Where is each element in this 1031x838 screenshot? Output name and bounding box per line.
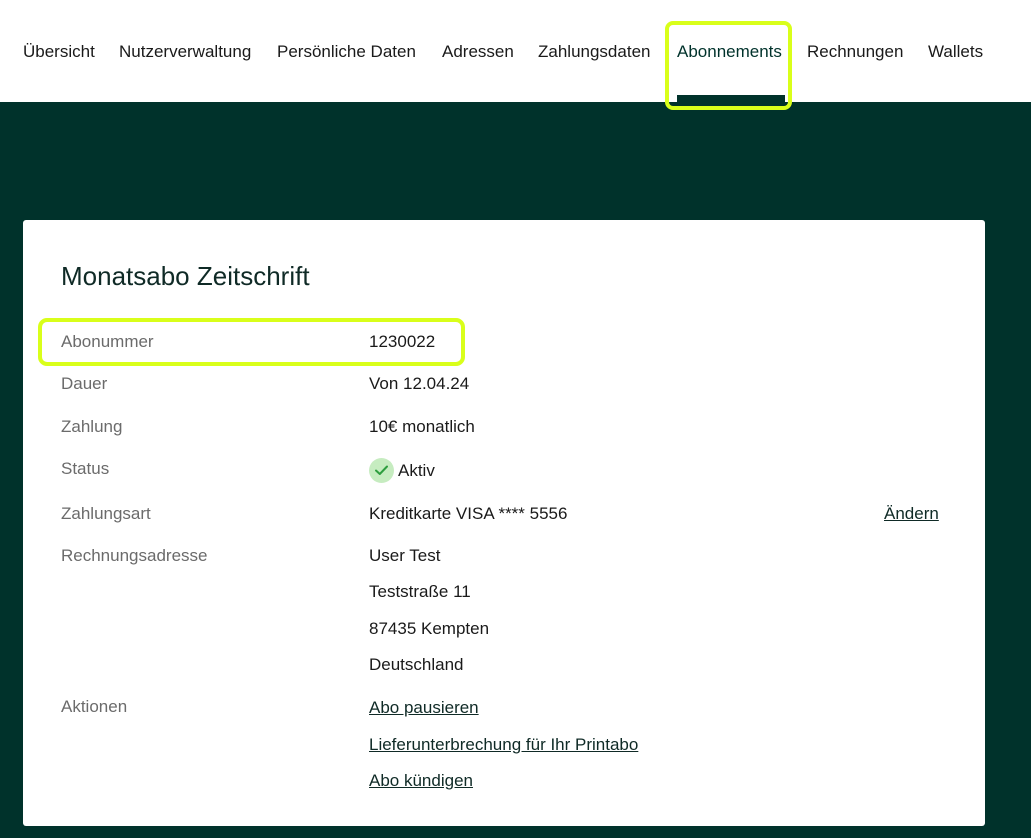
check-circle-icon (369, 458, 394, 483)
dauer-value: Von 12.04.24 (369, 374, 470, 393)
tab-abonnements[interactable]: Abonnements (677, 40, 782, 64)
zahlungsart-value: Kreditkarte VISA **** 5556 (369, 504, 568, 523)
address-line-city: 87435 Kempten (369, 619, 490, 638)
dauer-label: Dauer (61, 374, 108, 393)
zahlung-label: Zahlung (61, 417, 123, 436)
zahlungsart-label: Zahlungsart (61, 504, 151, 523)
address-line-street: Teststraße 11 (369, 582, 471, 601)
abo-kuendigen-link[interactable]: Abo kündigen (369, 769, 473, 793)
tab-zahlungsdaten[interactable]: Zahlungsdaten (538, 40, 650, 64)
tab-wallets[interactable]: Wallets (928, 40, 983, 64)
address-line-name: User Test (369, 546, 441, 565)
zahlungsart-aendern-link[interactable]: Ändern (884, 502, 939, 526)
rechnungsadresse-label: Rechnungsadresse (61, 546, 208, 565)
tab-nutzerverwaltung[interactable]: Nutzerverwaltung (119, 40, 251, 64)
zahlung-value: 10€ monatlich (369, 417, 475, 436)
tab-uebersicht[interactable]: Übersicht (23, 40, 95, 64)
abo-pausieren-link[interactable]: Abo pausieren (369, 696, 479, 720)
subscription-card: Monatsabo Zeitschrift Abonummer 1230022 … (23, 220, 985, 826)
tab-adressen[interactable]: Adressen (442, 40, 514, 64)
active-tab-indicator (677, 95, 785, 102)
subscription-title: Monatsabo Zeitschrift (61, 261, 310, 291)
abonummer-label: Abonummer (61, 332, 154, 351)
top-navigation: Übersicht Nutzerverwaltung Persönliche D… (0, 0, 1031, 110)
status-value: Aktiv (398, 461, 435, 480)
tab-rechnungen[interactable]: Rechnungen (807, 40, 903, 64)
abonummer-value: 1230022 (369, 332, 436, 351)
tab-persoenliche-daten[interactable]: Persönliche Daten (277, 40, 416, 64)
status-label: Status (61, 459, 110, 478)
lieferunterbrechung-link[interactable]: Lieferunterbrechung für Ihr Printabo (369, 733, 638, 757)
address-line-country: Deutschland (369, 655, 464, 674)
aktionen-label: Aktionen (61, 697, 128, 716)
